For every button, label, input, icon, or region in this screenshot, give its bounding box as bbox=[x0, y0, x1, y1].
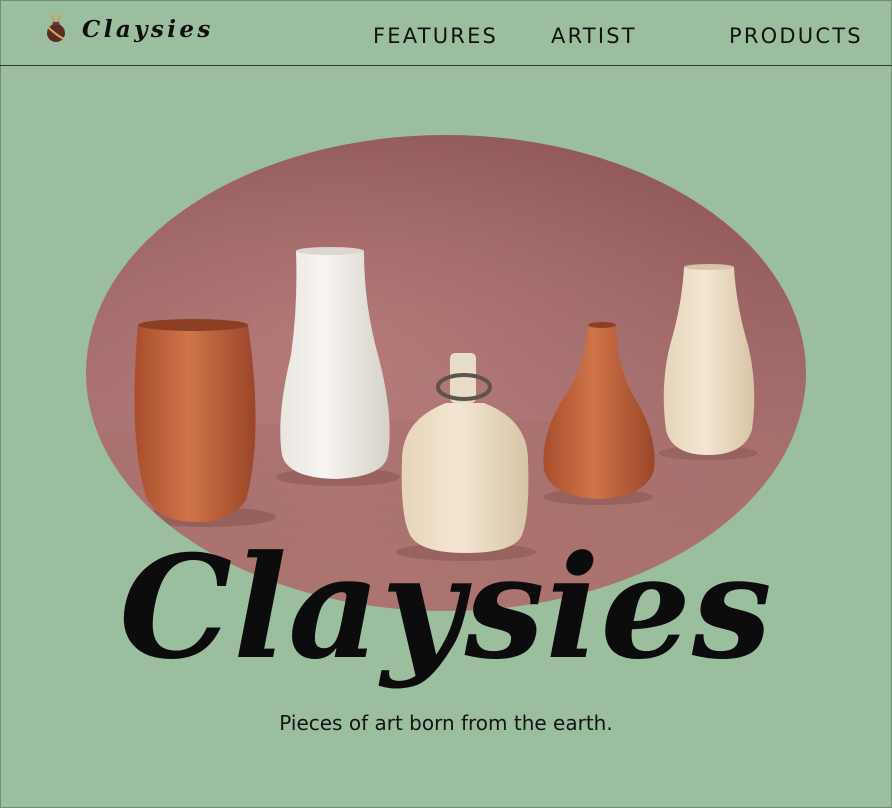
hero-tagline: Pieces of art born from the earth. bbox=[279, 711, 613, 735]
hero-title: Claysies bbox=[119, 525, 773, 691]
nav-link-products[interactable]: PRODUCTS bbox=[729, 22, 863, 50]
nav-link-artist[interactable]: ARTIST bbox=[551, 22, 637, 50]
vase-logo-icon bbox=[47, 13, 65, 42]
site-header: Claysies FEATURES ARTIST PRODUCTS bbox=[0, 0, 892, 66]
brand-home-link[interactable]: Claysies bbox=[44, 11, 214, 47]
nav-link-features[interactable]: FEATURES bbox=[373, 22, 498, 50]
brand-name: Claysies bbox=[82, 15, 214, 43]
